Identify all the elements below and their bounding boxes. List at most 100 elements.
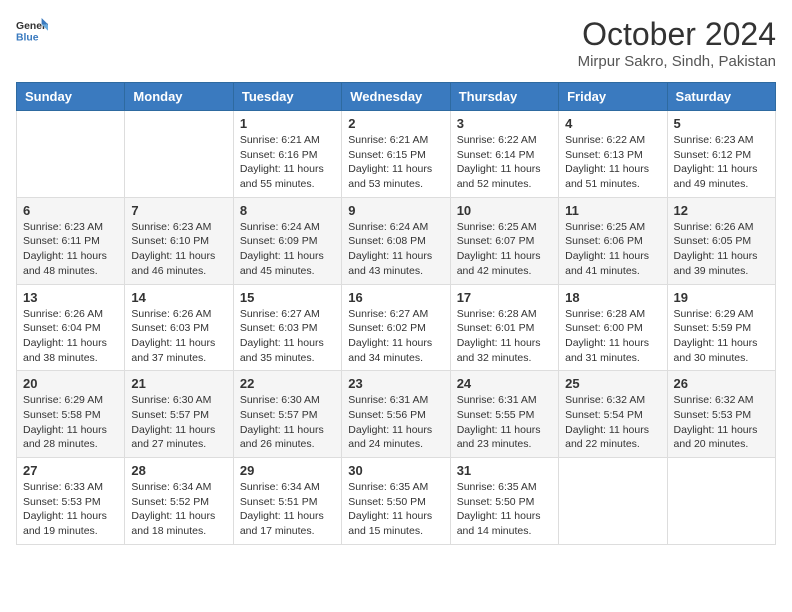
calendar-cell: 30 Sunrise: 6:35 AM Sunset: 5:50 PM Dayli… bbox=[342, 458, 450, 545]
day-number: 13 bbox=[23, 290, 118, 305]
day-info: Sunrise: 6:29 AM Sunset: 5:58 PM Dayligh… bbox=[23, 393, 118, 452]
day-number: 30 bbox=[348, 463, 443, 478]
calendar-week-row: 1 Sunrise: 6:21 AM Sunset: 6:16 PM Daylig… bbox=[17, 111, 776, 198]
calendar-cell: 31 Sunrise: 6:35 AM Sunset: 5:50 PM Dayli… bbox=[450, 458, 558, 545]
day-number: 29 bbox=[240, 463, 335, 478]
day-info: Sunrise: 6:31 AM Sunset: 5:55 PM Dayligh… bbox=[457, 393, 552, 452]
calendar-cell: 11 Sunrise: 6:25 AM Sunset: 6:06 PM Dayli… bbox=[559, 197, 667, 284]
calendar-cell: 21 Sunrise: 6:30 AM Sunset: 5:57 PM Dayli… bbox=[125, 371, 233, 458]
day-info: Sunrise: 6:35 AM Sunset: 5:50 PM Dayligh… bbox=[457, 480, 552, 539]
day-number: 6 bbox=[23, 203, 118, 218]
calendar-cell: 28Sunrise: 6:34 AM Sunset: 5:52 PM Dayli… bbox=[125, 458, 233, 545]
weekday-header-saturday: Saturday bbox=[667, 83, 775, 111]
day-number: 9 bbox=[348, 203, 443, 218]
weekday-header-wednesday: Wednesday bbox=[342, 83, 450, 111]
day-info: Sunrise: 6:26 AM Sunset: 6:04 PM Dayligh… bbox=[23, 307, 118, 366]
calendar-cell: 5Sunrise: 6:23 AM Sunset: 6:12 PM Daylig… bbox=[667, 111, 775, 198]
calendar-cell bbox=[559, 458, 667, 545]
svg-text:Blue: Blue bbox=[16, 32, 39, 43]
day-info: Sunrise: 6:23 AM Sunset: 6:11 PM Dayligh… bbox=[23, 220, 118, 279]
day-number: 3 bbox=[457, 116, 552, 131]
calendar-cell: 16 Sunrise: 6:27 AM Sunset: 6:02 PM Dayli… bbox=[342, 284, 450, 371]
calendar-cell: 18 Sunrise: 6:28 AM Sunset: 6:00 PM Dayli… bbox=[559, 284, 667, 371]
day-number: 1 bbox=[240, 116, 335, 131]
day-number: 2 bbox=[348, 116, 443, 131]
day-info: Sunrise: 6:30 AM Sunset: 5:57 PM Dayligh… bbox=[131, 393, 226, 452]
day-number: 15 bbox=[240, 290, 335, 305]
calendar-cell: 2 Sunrise: 6:21 AM Sunset: 6:15 PM Daylig… bbox=[342, 111, 450, 198]
month-title: October 2024 bbox=[578, 16, 776, 53]
calendar-cell: 24 Sunrise: 6:31 AM Sunset: 5:55 PM Dayli… bbox=[450, 371, 558, 458]
day-info: Sunrise: 6:21 AM Sunset: 6:15 PM Dayligh… bbox=[348, 133, 443, 192]
day-number: 12 bbox=[674, 203, 769, 218]
day-info: Sunrise: 6:31 AM Sunset: 5:56 PM Dayligh… bbox=[348, 393, 443, 452]
day-number: 28 bbox=[131, 463, 226, 478]
day-number: 31 bbox=[457, 463, 552, 478]
calendar-cell: 14Sunrise: 6:26 AM Sunset: 6:03 PM Dayli… bbox=[125, 284, 233, 371]
day-number: 5 bbox=[674, 116, 769, 131]
calendar-cell bbox=[17, 111, 125, 198]
calendar-cell: 29 Sunrise: 6:34 AM Sunset: 5:51 PM Dayli… bbox=[233, 458, 341, 545]
calendar-cell: 23 Sunrise: 6:31 AM Sunset: 5:56 PM Dayli… bbox=[342, 371, 450, 458]
day-info: Sunrise: 6:21 AM Sunset: 6:16 PM Dayligh… bbox=[240, 133, 335, 192]
calendar-cell: 15Sunrise: 6:27 AM Sunset: 6:03 PM Dayli… bbox=[233, 284, 341, 371]
day-info: Sunrise: 6:32 AM Sunset: 5:53 PM Dayligh… bbox=[674, 393, 769, 452]
day-info: Sunrise: 6:22 AM Sunset: 6:14 PM Dayligh… bbox=[457, 133, 552, 192]
calendar-cell: 17 Sunrise: 6:28 AM Sunset: 6:01 PM Dayli… bbox=[450, 284, 558, 371]
logo-icon: General Blue bbox=[16, 16, 48, 44]
day-info: Sunrise: 6:28 AM Sunset: 6:00 PM Dayligh… bbox=[565, 307, 660, 366]
day-info: Sunrise: 6:27 AM Sunset: 6:02 PM Dayligh… bbox=[348, 307, 443, 366]
day-info: Sunrise: 6:29 AM Sunset: 5:59 PM Dayligh… bbox=[674, 307, 769, 366]
calendar-week-row: 13 Sunrise: 6:26 AM Sunset: 6:04 PM Dayli… bbox=[17, 284, 776, 371]
day-info: Sunrise: 6:34 AM Sunset: 5:51 PM Dayligh… bbox=[240, 480, 335, 539]
calendar-cell: 13 Sunrise: 6:26 AM Sunset: 6:04 PM Dayli… bbox=[17, 284, 125, 371]
day-info: Sunrise: 6:28 AM Sunset: 6:01 PM Dayligh… bbox=[457, 307, 552, 366]
calendar-week-row: 6 Sunrise: 6:23 AM Sunset: 6:11 PM Daylig… bbox=[17, 197, 776, 284]
page-header: General Blue October 2024 Mirpur Sakro, … bbox=[16, 16, 776, 70]
day-number: 4 bbox=[565, 116, 660, 131]
day-info: Sunrise: 6:35 AM Sunset: 5:50 PM Dayligh… bbox=[348, 480, 443, 539]
day-info: Sunrise: 6:30 AM Sunset: 5:57 PM Dayligh… bbox=[240, 393, 335, 452]
calendar-cell: 4 Sunrise: 6:22 AM Sunset: 6:13 PM Daylig… bbox=[559, 111, 667, 198]
calendar-cell: 9 Sunrise: 6:24 AM Sunset: 6:08 PM Daylig… bbox=[342, 197, 450, 284]
day-info: Sunrise: 6:32 AM Sunset: 5:54 PM Dayligh… bbox=[565, 393, 660, 452]
day-number: 8 bbox=[240, 203, 335, 218]
day-info: Sunrise: 6:26 AM Sunset: 6:03 PM Dayligh… bbox=[131, 307, 226, 366]
calendar-cell: 10 Sunrise: 6:25 AM Sunset: 6:07 PM Dayli… bbox=[450, 197, 558, 284]
calendar-cell: 8 Sunrise: 6:24 AM Sunset: 6:09 PM Daylig… bbox=[233, 197, 341, 284]
weekday-header-tuesday: Tuesday bbox=[233, 83, 341, 111]
day-number: 23 bbox=[348, 376, 443, 391]
day-info: Sunrise: 6:23 AM Sunset: 6:10 PM Dayligh… bbox=[131, 220, 226, 279]
location-title: Mirpur Sakro, Sindh, Pakistan bbox=[578, 53, 776, 70]
calendar-table: SundayMondayTuesdayWednesdayThursdayFrid… bbox=[16, 82, 776, 545]
weekday-header-thursday: Thursday bbox=[450, 83, 558, 111]
day-number: 20 bbox=[23, 376, 118, 391]
logo: General Blue bbox=[16, 16, 48, 44]
day-number: 16 bbox=[348, 290, 443, 305]
day-info: Sunrise: 6:33 AM Sunset: 5:53 PM Dayligh… bbox=[23, 480, 118, 539]
day-number: 24 bbox=[457, 376, 552, 391]
day-number: 18 bbox=[565, 290, 660, 305]
weekday-header-sunday: Sunday bbox=[17, 83, 125, 111]
day-number: 25 bbox=[565, 376, 660, 391]
day-number: 10 bbox=[457, 203, 552, 218]
day-info: Sunrise: 6:25 AM Sunset: 6:06 PM Dayligh… bbox=[565, 220, 660, 279]
calendar-cell: 1 Sunrise: 6:21 AM Sunset: 6:16 PM Daylig… bbox=[233, 111, 341, 198]
calendar-week-row: 20 Sunrise: 6:29 AM Sunset: 5:58 PM Dayli… bbox=[17, 371, 776, 458]
calendar-cell: 22 Sunrise: 6:30 AM Sunset: 5:57 PM Dayli… bbox=[233, 371, 341, 458]
day-number: 21 bbox=[131, 376, 226, 391]
day-number: 27 bbox=[23, 463, 118, 478]
day-number: 22 bbox=[240, 376, 335, 391]
day-number: 11 bbox=[565, 203, 660, 218]
weekday-header-friday: Friday bbox=[559, 83, 667, 111]
day-info: Sunrise: 6:24 AM Sunset: 6:09 PM Dayligh… bbox=[240, 220, 335, 279]
day-info: Sunrise: 6:26 AM Sunset: 6:05 PM Dayligh… bbox=[674, 220, 769, 279]
calendar-cell: 27 Sunrise: 6:33 AM Sunset: 5:53 PM Dayli… bbox=[17, 458, 125, 545]
title-block: October 2024 Mirpur Sakro, Sindh, Pakist… bbox=[578, 16, 776, 70]
calendar-cell bbox=[125, 111, 233, 198]
day-info: Sunrise: 6:24 AM Sunset: 6:08 PM Dayligh… bbox=[348, 220, 443, 279]
day-info: Sunrise: 6:22 AM Sunset: 6:13 PM Dayligh… bbox=[565, 133, 660, 192]
calendar-cell: 20 Sunrise: 6:29 AM Sunset: 5:58 PM Dayli… bbox=[17, 371, 125, 458]
day-number: 17 bbox=[457, 290, 552, 305]
day-info: Sunrise: 6:25 AM Sunset: 6:07 PM Dayligh… bbox=[457, 220, 552, 279]
